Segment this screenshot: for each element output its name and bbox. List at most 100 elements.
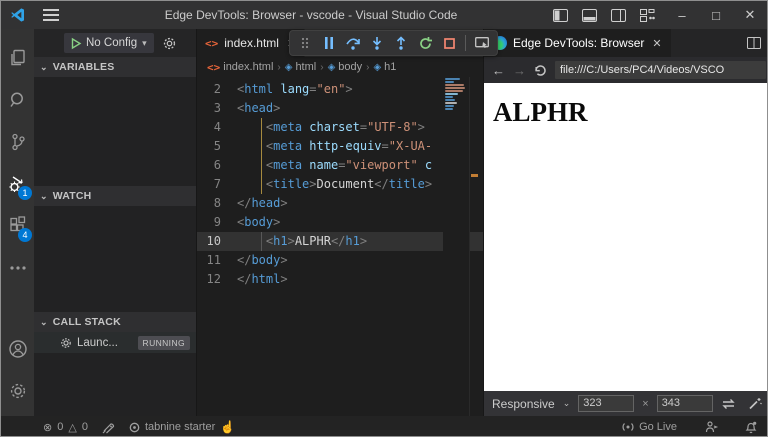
rocket-icon bbox=[102, 423, 115, 434]
warnings-count: 0 bbox=[81, 421, 88, 433]
toggle-panel-icon[interactable] bbox=[582, 8, 597, 22]
live-share-button[interactable] bbox=[705, 421, 719, 433]
device-toolbar: Responsive ⌄ 323 × 343 bbox=[484, 391, 767, 416]
toolbar-grip[interactable] bbox=[294, 32, 316, 54]
dimension-separator: × bbox=[642, 397, 649, 410]
split-editor-icon[interactable] bbox=[746, 37, 761, 49]
call-stack-session-row[interactable]: Launc... RUNNING bbox=[34, 332, 196, 353]
search-icon[interactable] bbox=[1, 79, 34, 121]
debug-sidebar-toolbar: No Config ▾ bbox=[34, 29, 196, 57]
variables-section-header[interactable]: ⌄ VARIABLES bbox=[34, 57, 196, 77]
tab-close-icon[interactable]: ✕ bbox=[652, 37, 661, 50]
code-line[interactable]: 6 <meta name="viewport" c bbox=[197, 156, 483, 175]
code-line[interactable]: 5 <meta http-equiv="X-UA- bbox=[197, 137, 483, 156]
device-mode-dropdown[interactable]: Responsive bbox=[492, 397, 555, 411]
code-line[interactable]: 10 <h1>ALPHR</h1> bbox=[197, 232, 483, 251]
viewport-width-input[interactable]: 323 bbox=[578, 395, 635, 412]
code-line[interactable]: 2 <html lang="en"> bbox=[197, 80, 483, 99]
code-line[interactable]: 4 <meta charset="UTF-8"> bbox=[197, 118, 483, 137]
code-line[interactable]: 7 <title>Document</title> bbox=[197, 175, 483, 194]
line-number: 7 bbox=[213, 177, 221, 191]
step-out-icon[interactable] bbox=[390, 32, 412, 54]
line-number: 8 bbox=[213, 196, 221, 210]
breadcrumb-item-h1[interactable]: h1 bbox=[384, 61, 396, 73]
accounts-icon[interactable] bbox=[1, 328, 34, 370]
forward-icon[interactable]: → bbox=[513, 63, 526, 78]
watch-body bbox=[34, 206, 196, 312]
url-input[interactable]: file:///C:/Users/PC4/Videos/VSCO bbox=[555, 61, 766, 79]
code-line[interactable]: 9 <body> bbox=[197, 213, 483, 232]
call-stack-body bbox=[34, 353, 196, 416]
minimize-button[interactable]: – bbox=[665, 1, 699, 29]
go-live-label: Go Live bbox=[639, 421, 677, 433]
customize-layout-icon[interactable] bbox=[640, 8, 655, 22]
step-over-icon[interactable] bbox=[342, 32, 364, 54]
breadcrumb-item-html[interactable]: html bbox=[295, 61, 316, 73]
stop-icon[interactable] bbox=[438, 32, 460, 54]
problems-indicator[interactable]: ⊗ 0 △ 0 bbox=[43, 421, 88, 434]
more-views-icon[interactable] bbox=[1, 247, 34, 289]
back-icon[interactable]: ← bbox=[492, 63, 505, 78]
call-stack-section-header[interactable]: ⌄ CALL STACK bbox=[34, 312, 196, 332]
code-line[interactable]: 8 </head> bbox=[197, 194, 483, 213]
ports-indicator[interactable] bbox=[102, 421, 115, 434]
chevron-down-icon: ⌄ bbox=[40, 190, 48, 201]
toggle-secondary-sidebar-icon[interactable] bbox=[611, 8, 626, 22]
breadcrumb-item-file[interactable]: index.html bbox=[223, 61, 273, 73]
line-number: 3 bbox=[213, 101, 221, 115]
tab-edge-devtools-browser[interactable]: Edge DevTools: Browser ✕ bbox=[484, 29, 671, 57]
viewport-height-input[interactable]: 343 bbox=[656, 395, 713, 412]
go-live-button[interactable]: Go Live bbox=[622, 421, 677, 433]
extensions-icon[interactable]: 4 bbox=[1, 205, 34, 247]
magic-wand-icon[interactable] bbox=[748, 397, 762, 410]
html-file-icon: <> bbox=[207, 60, 221, 74]
launch-config-dropdown[interactable]: No Config ▾ bbox=[64, 33, 154, 53]
symbol-cube-icon: ◈ bbox=[327, 61, 336, 73]
reload-icon[interactable] bbox=[534, 64, 547, 77]
chevron-down-icon: ⌄ bbox=[562, 398, 571, 408]
close-button[interactable]: ✕ bbox=[733, 1, 767, 29]
restart-icon[interactable] bbox=[414, 32, 436, 54]
code-line[interactable]: 12 </html> bbox=[197, 270, 483, 289]
debug-settings-gear-icon[interactable] bbox=[162, 36, 177, 51]
code-editor[interactable]: 2 <html lang="en"> 3 <head> 4 <meta charset=… bbox=[197, 77, 483, 416]
debug-badge: 1 bbox=[18, 186, 32, 200]
modified-line-marker bbox=[471, 174, 478, 177]
tab-label: Edge DevTools: Browser bbox=[513, 36, 645, 50]
menu-icon[interactable] bbox=[43, 9, 59, 21]
maximize-button[interactable]: □ bbox=[699, 1, 733, 29]
browser-viewport[interactable]: ALPHR bbox=[484, 83, 767, 391]
line-number: 9 bbox=[213, 215, 221, 229]
vscode-logo-icon bbox=[11, 8, 24, 22]
errors-icon: ⊗ bbox=[43, 421, 53, 434]
tabnine-status[interactable]: tabnine starter ☝ bbox=[129, 420, 235, 434]
start-debug-icon[interactable] bbox=[71, 37, 82, 49]
tabnine-label: tabnine starter bbox=[144, 421, 216, 433]
active-indent-guide bbox=[261, 118, 262, 194]
session-label: Launc... bbox=[77, 336, 118, 349]
toggle-sidebar-icon[interactable] bbox=[553, 8, 568, 22]
overview-ruler[interactable] bbox=[469, 77, 483, 416]
chevron-down-icon: ⌄ bbox=[40, 316, 48, 327]
rotate-viewport-icon[interactable] bbox=[721, 398, 736, 410]
page-heading: ALPHR bbox=[493, 97, 588, 127]
screencast-icon[interactable] bbox=[471, 32, 493, 54]
editor-group: <> index.html ✕ bbox=[197, 29, 498, 416]
code-line[interactable]: 11 </body> bbox=[197, 251, 483, 270]
status-bar: ⊗ 0 △ 0 tabnine starter ☝ Go Live bbox=[1, 416, 767, 436]
pointing-hand-icon: ☝ bbox=[220, 420, 236, 434]
explorer-icon[interactable] bbox=[1, 37, 34, 79]
minimap[interactable] bbox=[443, 77, 469, 416]
source-control-icon[interactable] bbox=[1, 121, 34, 163]
settings-gear-icon[interactable] bbox=[1, 370, 34, 412]
pause-icon[interactable] bbox=[318, 32, 340, 54]
code-line[interactable]: 3 <head> bbox=[197, 99, 483, 118]
notifications-button[interactable] bbox=[745, 421, 757, 434]
vscode-window: Edge DevTools: Browser - vscode - Visual… bbox=[0, 0, 768, 437]
call-stack-label: CALL STACK bbox=[52, 316, 121, 328]
run-debug-icon[interactable]: 1 bbox=[1, 163, 34, 205]
activity-bar: 1 4 bbox=[1, 29, 34, 416]
watch-section-header[interactable]: ⌄ WATCH bbox=[34, 186, 196, 206]
step-into-icon[interactable] bbox=[366, 32, 388, 54]
breadcrumb-item-body[interactable]: body bbox=[338, 61, 362, 73]
